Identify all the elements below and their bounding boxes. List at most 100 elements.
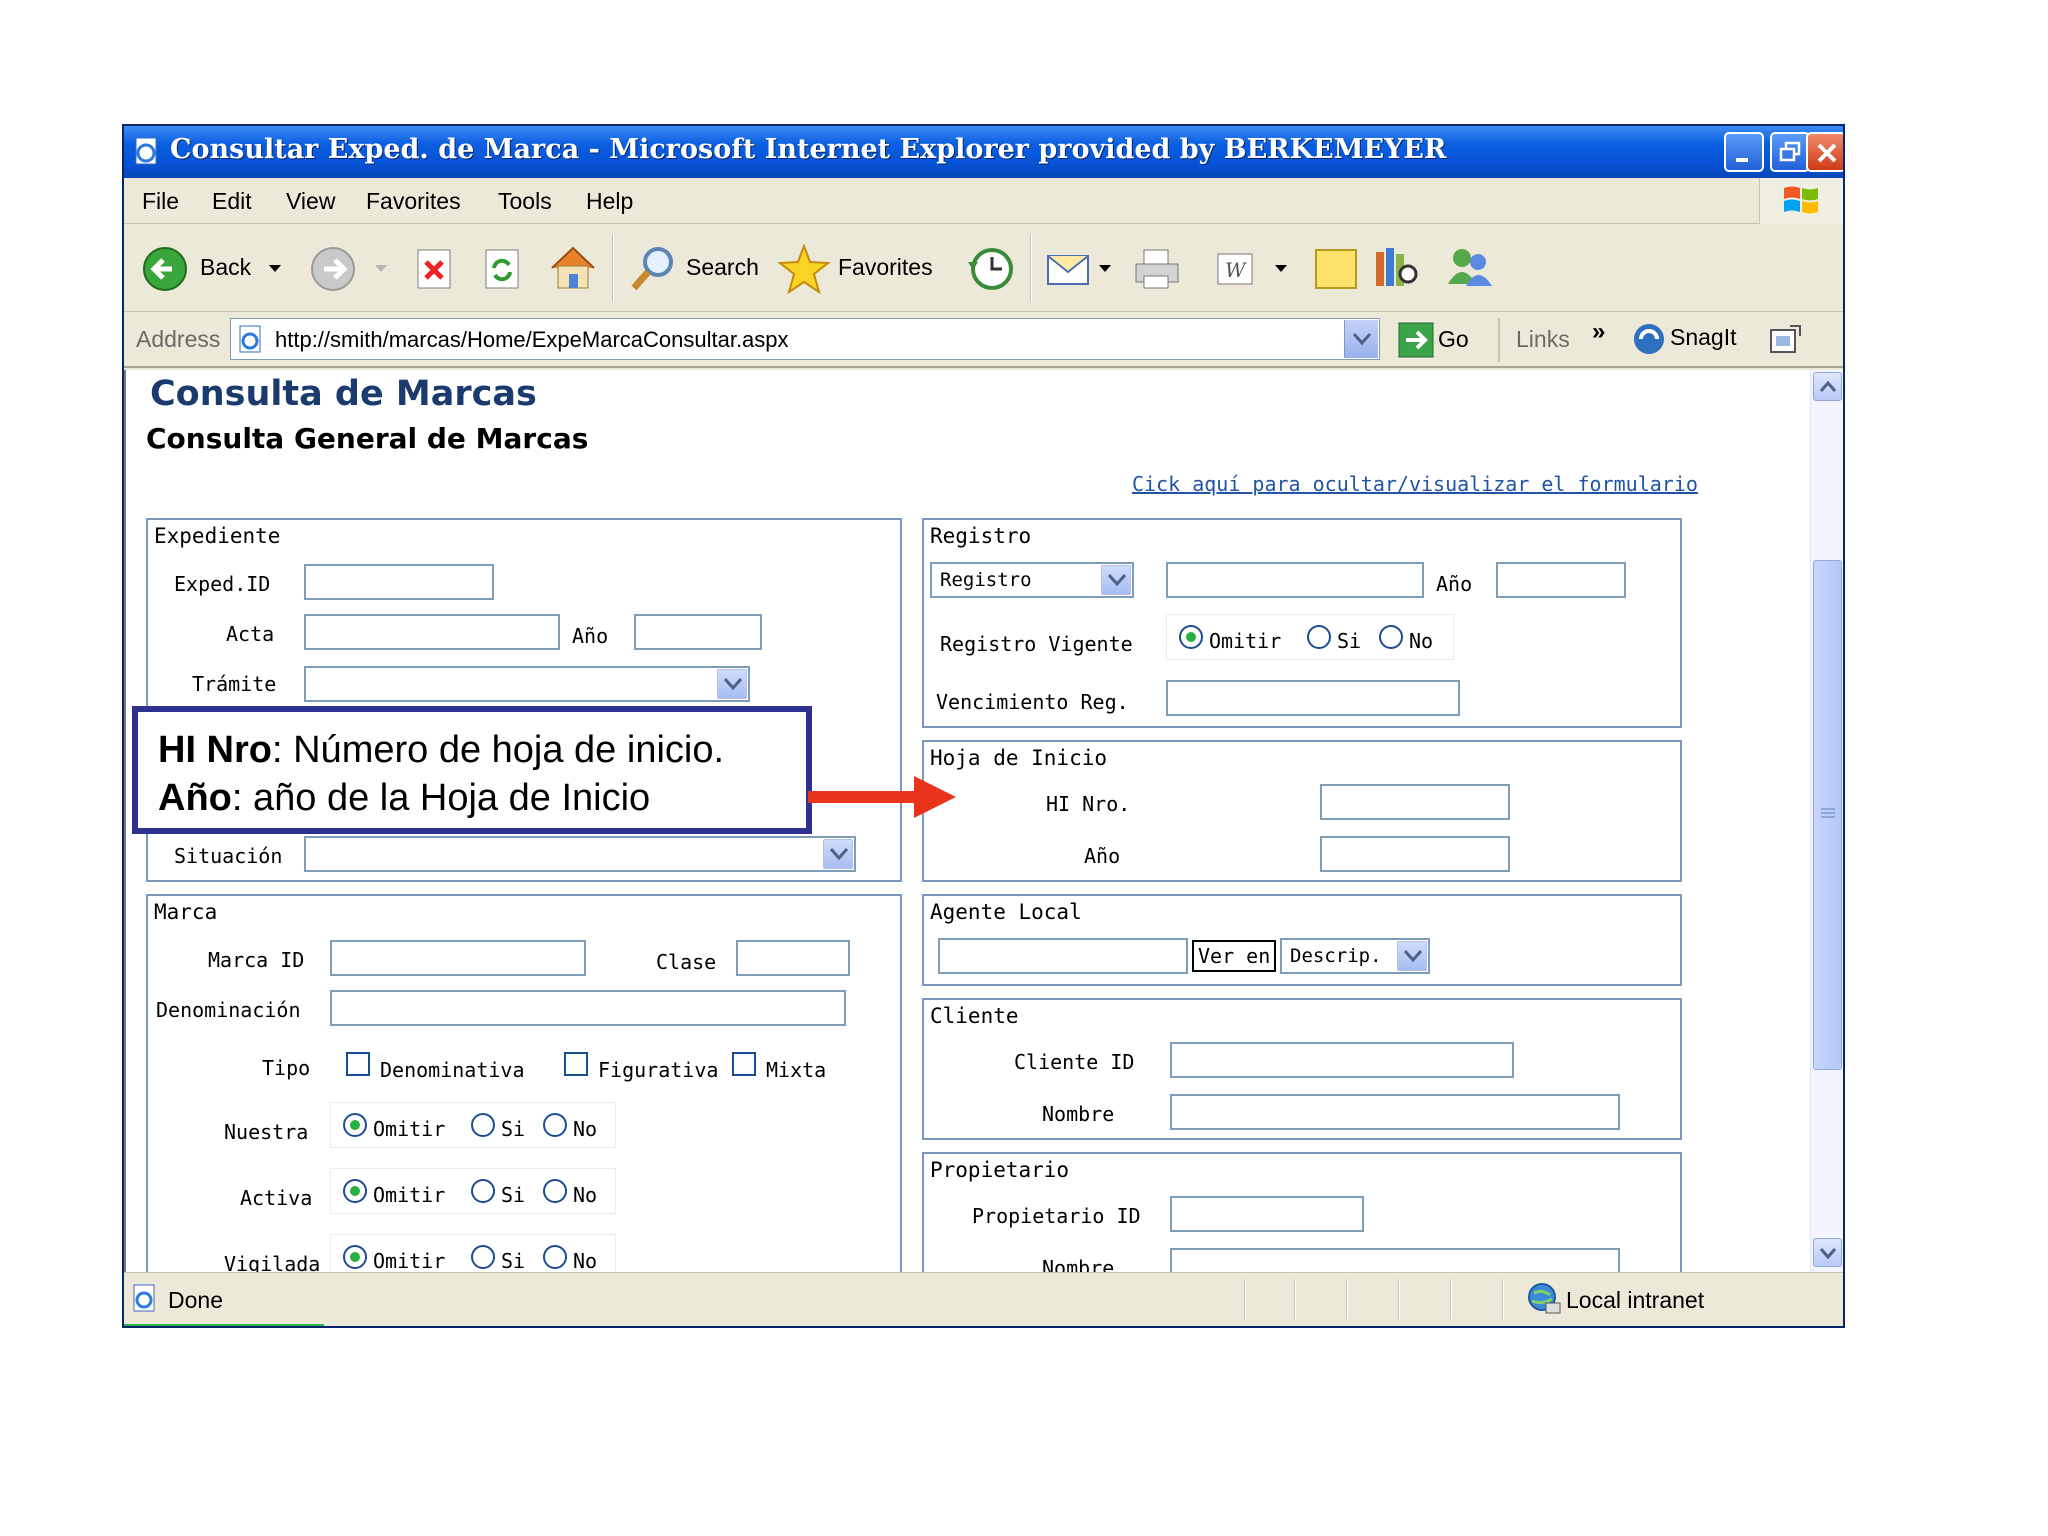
- back-icon[interactable]: [142, 246, 188, 292]
- menu-help[interactable]: Help: [586, 188, 633, 215]
- registro-anio-input[interactable]: [1496, 562, 1626, 598]
- denominacion-input[interactable]: [330, 990, 846, 1026]
- go-arrow-icon[interactable]: [1398, 322, 1434, 358]
- label-cliente-nombre: Nombre: [1042, 1102, 1115, 1126]
- acta-anio-input[interactable]: [634, 614, 762, 650]
- marca-id-input[interactable]: [330, 940, 586, 976]
- tramite-dropdown-button[interactable]: [717, 669, 747, 699]
- word-edit-icon[interactable]: W: [1214, 250, 1256, 290]
- close-button[interactable]: [1806, 132, 1843, 172]
- back-label[interactable]: Back: [200, 254, 251, 281]
- back-dropdown-icon[interactable]: [268, 264, 282, 274]
- situacion-select[interactable]: [304, 836, 856, 872]
- ver-en-button[interactable]: Ver en: [1192, 940, 1277, 972]
- cliente-nombre-input[interactable]: [1170, 1094, 1620, 1130]
- callout-line-2: Año: año de la Hoja de Inicio: [158, 774, 786, 822]
- ie-page-icon: [133, 1284, 155, 1312]
- restore-button[interactable]: [1770, 132, 1810, 172]
- nuestra-radio-group: Omitir Si No: [330, 1102, 616, 1148]
- favorites-label[interactable]: Favorites: [838, 254, 933, 281]
- search-label[interactable]: Search: [686, 254, 759, 281]
- search-icon[interactable]: [628, 244, 678, 294]
- mail-dropdown-icon[interactable]: [1098, 264, 1112, 274]
- scroll-thumb[interactable]: [1813, 560, 1842, 1070]
- status-divider: [1450, 1279, 1452, 1319]
- address-input[interactable]: http://smith/marcas/Home/ExpeMarcaConsul…: [230, 318, 1380, 360]
- vigente-no-radio[interactable]: [1379, 625, 1403, 649]
- tipo-figurativa-checkbox[interactable]: [564, 1052, 588, 1076]
- propietario-id-input[interactable]: [1170, 1196, 1364, 1232]
- clase-input[interactable]: [736, 940, 850, 976]
- cliente-id-input[interactable]: [1170, 1042, 1514, 1078]
- tipo-mixta-checkbox[interactable]: [732, 1052, 756, 1076]
- address-dropdown-button[interactable]: [1344, 320, 1378, 358]
- vigente-radio-group: Omitir Si No: [1166, 614, 1454, 660]
- agente-dropdown-button[interactable]: [1397, 941, 1427, 971]
- tipo-denominativa-checkbox[interactable]: [346, 1052, 370, 1076]
- go-button[interactable]: Go: [1438, 326, 1469, 353]
- registro-type-select[interactable]: Registro: [930, 562, 1134, 598]
- messenger-icon[interactable]: [1442, 244, 1496, 292]
- menu-favorites[interactable]: Favorites: [366, 188, 461, 215]
- situacion-dropdown-button[interactable]: [823, 839, 853, 869]
- snagit-capture-icon[interactable]: [1768, 324, 1802, 356]
- vigilada-no-radio[interactable]: [543, 1245, 567, 1269]
- chevron-up-icon: [1819, 381, 1837, 392]
- vertical-scrollbar[interactable]: [1810, 370, 1843, 1272]
- links-more-chevron-icon[interactable]: »: [1592, 318, 1605, 346]
- vencimiento-input[interactable]: [1166, 680, 1460, 716]
- forward-dropdown-icon[interactable]: [374, 264, 388, 274]
- exped-id-input[interactable]: [304, 564, 494, 600]
- nuestra-si-radio[interactable]: [471, 1113, 495, 1137]
- agente-descrip-select[interactable]: Descrip.: [1280, 938, 1430, 974]
- refresh-icon[interactable]: [482, 246, 524, 292]
- snagit-button[interactable]: SnagIt: [1670, 324, 1737, 351]
- mail-icon[interactable]: [1044, 246, 1094, 292]
- notes-icon[interactable]: [1312, 246, 1360, 292]
- scroll-down-button[interactable]: [1813, 1238, 1842, 1267]
- address-url[interactable]: http://smith/marcas/Home/ExpeMarcaConsul…: [275, 327, 789, 353]
- activa-si-radio[interactable]: [471, 1179, 495, 1203]
- minimize-button[interactable]: [1724, 132, 1764, 172]
- activa-no-label: No: [573, 1183, 598, 1207]
- scroll-up-button[interactable]: [1813, 372, 1842, 401]
- tramite-select[interactable]: [304, 666, 750, 702]
- history-icon[interactable]: [964, 246, 1014, 292]
- menu-view[interactable]: View: [286, 188, 335, 215]
- stop-icon[interactable]: [414, 246, 456, 292]
- legend-hoja-de-inicio: Hoja de Inicio: [930, 746, 1108, 770]
- svg-text:W: W: [1225, 258, 1247, 282]
- registro-number-input[interactable]: [1166, 562, 1424, 598]
- favorites-star-icon[interactable]: [778, 244, 830, 294]
- links-label[interactable]: Links: [1516, 326, 1570, 353]
- registro-dropdown-button[interactable]: [1101, 565, 1131, 595]
- research-icon[interactable]: [1372, 244, 1422, 292]
- menu-tools[interactable]: Tools: [498, 188, 552, 215]
- label-vigilada: Vigilada: [224, 1252, 321, 1272]
- snagit-icon[interactable]: [1632, 322, 1666, 356]
- home-icon[interactable]: [548, 244, 598, 292]
- legend-expediente: Expediente: [154, 524, 281, 548]
- status-bar: Done Local intranet: [124, 1272, 1843, 1326]
- activa-si-label: Si: [501, 1183, 526, 1207]
- edit-dropdown-icon[interactable]: [1274, 264, 1288, 274]
- acta-input[interactable]: [304, 614, 560, 650]
- forward-icon[interactable]: [310, 246, 356, 292]
- toggle-form-link[interactable]: Cick aquí para ocultar/visualizar el for…: [1132, 472, 1698, 496]
- vigilada-omitir-radio[interactable]: [343, 1245, 367, 1269]
- label-propietario-id: Propietario ID: [972, 1204, 1141, 1228]
- menu-edit[interactable]: Edit: [212, 188, 252, 215]
- propietario-nombre-input[interactable]: [1170, 1248, 1620, 1272]
- hi-nro-input[interactable]: [1320, 784, 1510, 820]
- hoja-anio-input[interactable]: [1320, 836, 1510, 872]
- agente-local-input[interactable]: [938, 938, 1188, 974]
- nuestra-no-radio[interactable]: [543, 1113, 567, 1137]
- vigente-si-radio[interactable]: [1307, 625, 1331, 649]
- activa-omitir-radio[interactable]: [343, 1179, 367, 1203]
- vigilada-si-radio[interactable]: [471, 1245, 495, 1269]
- nuestra-omitir-radio[interactable]: [343, 1113, 367, 1137]
- menu-file[interactable]: File: [142, 188, 179, 215]
- activa-no-radio[interactable]: [543, 1179, 567, 1203]
- print-icon[interactable]: [1132, 246, 1182, 292]
- vigente-omitir-radio[interactable]: [1179, 625, 1203, 649]
